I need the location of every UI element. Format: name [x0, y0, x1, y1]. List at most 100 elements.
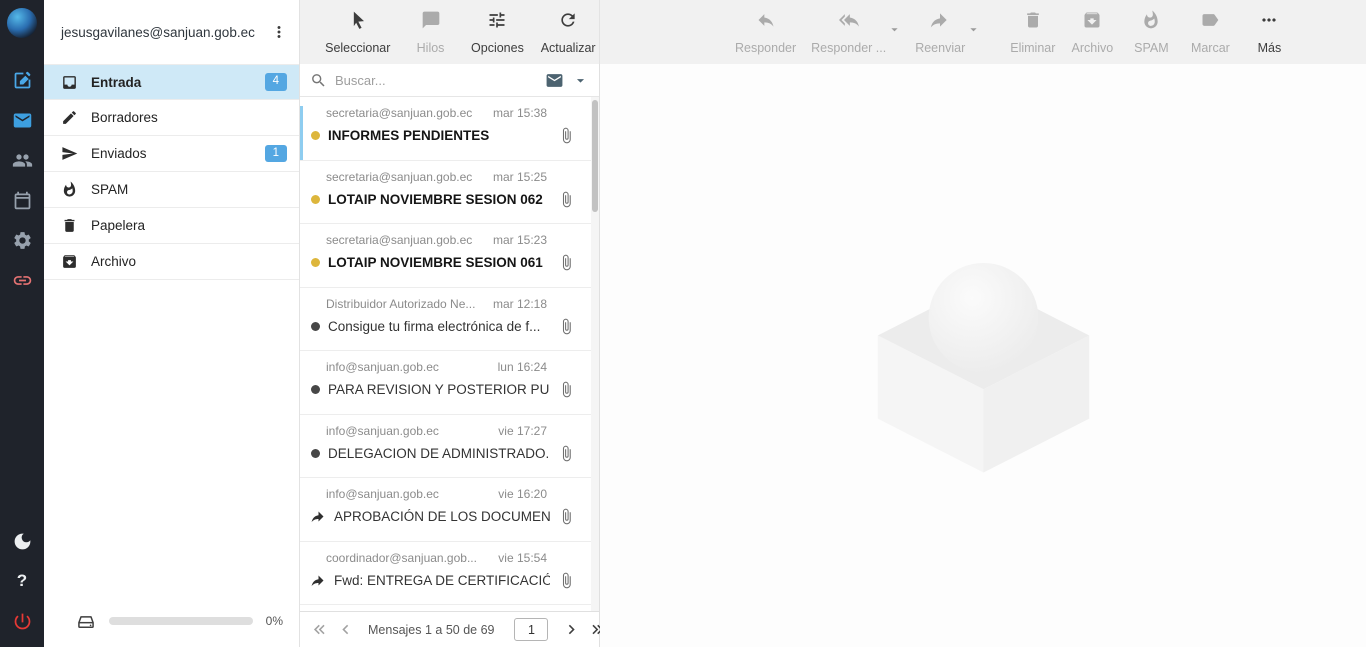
message-subject-line: DELEGACION DE ADMINISTRADO... — [311, 445, 575, 462]
dropdown-caret-icon[interactable] — [966, 22, 981, 37]
archive-icon — [61, 253, 78, 270]
folder-item-borradores[interactable]: Borradores — [44, 100, 299, 136]
message-sender: Distribuidor Autorizado Ne... — [326, 297, 475, 311]
spam-button[interactable]: SPAM — [1124, 10, 1178, 55]
message-row[interactable]: secretaria@sanjuan.gob.ecmar 15:25LOTAIP… — [300, 170, 599, 225]
folder-list: Entrada4 Borradores Enviados1SPAM Papelera A… — [44, 64, 299, 280]
message-row[interactable]: coordinador@sanjuan.gob...vie 15:54Fwd: … — [300, 551, 599, 606]
search-expand-chevron-icon[interactable] — [572, 72, 589, 89]
toolbar-button-label: Responder ... — [811, 41, 886, 55]
scrollbar-thumb[interactable] — [592, 100, 598, 212]
flag-button[interactable]: Marcar — [1183, 10, 1237, 55]
message-row[interactable]: secretaria@sanjuan.gob.ecmar 15:23 LOTAIP… — [300, 233, 599, 288]
archive-icon — [1082, 10, 1102, 35]
send-icon — [61, 145, 78, 162]
reply-icon — [756, 10, 776, 35]
account-menu-icon[interactable] — [267, 20, 291, 44]
storage-icon — [76, 611, 96, 631]
toolbar-button-label: Eliminar — [1010, 41, 1055, 55]
refresh-button[interactable]: Actualizar — [537, 10, 599, 55]
message-subject-line: LOTAIP NOVIEMBRE SESION 061 — [311, 254, 575, 271]
next-page-button[interactable] — [558, 617, 584, 643]
attachment-paperclip-icon — [558, 254, 575, 271]
message-sender: info@sanjuan.gob.ec — [326, 360, 439, 374]
message-subject: APROBACIÓN DE LOS DOCUMEN... — [334, 509, 550, 524]
folder-label: Borradores — [91, 110, 287, 125]
read-dot-icon — [311, 449, 320, 458]
archive-button[interactable]: Archivo — [1065, 10, 1119, 55]
message-meta: info@sanjuan.gob.ecvie 16:20 — [326, 487, 547, 501]
toolbar-button-label: Más — [1258, 41, 1282, 55]
logout-icon[interactable] — [0, 601, 44, 641]
message-row[interactable]: info@sanjuan.gob.eclun 16:24PARA REVISIO… — [300, 360, 599, 415]
message-meta: info@sanjuan.gob.ec lun 16:24 — [326, 360, 547, 374]
message-meta: secretaria@sanjuan.gob.ecmar 15:38 — [326, 106, 547, 120]
search-icon — [310, 72, 327, 89]
folder-label: Archivo — [91, 254, 287, 269]
prev-page-button[interactable] — [332, 617, 358, 643]
contacts-icon[interactable] — [0, 140, 44, 180]
toolbar-button-label: Hilos — [417, 41, 445, 55]
message-meta: info@sanjuan.gob.ecvie 17:27 — [326, 424, 547, 438]
message-subject-line: Consigue tu firma electrónica de f... — [311, 318, 575, 335]
app-logo[interactable] — [7, 8, 37, 38]
toolbar-button-label: Seleccionar — [325, 41, 390, 55]
trash-icon — [1023, 10, 1043, 35]
message-subject: LOTAIP NOVIEMBRE SESION 062 — [328, 192, 550, 207]
reply-all-button[interactable]: Responder ... — [806, 10, 891, 55]
message-subject-line: INFORMES PENDIENTES — [311, 127, 575, 144]
read-dot-icon — [311, 322, 320, 331]
message-sender: coordinador@sanjuan.gob... — [326, 551, 477, 565]
message-row[interactable]: secretaria@sanjuan.gob.ecmar 15:38 INFORM… — [300, 106, 599, 161]
toolbar-button-label: SPAM — [1134, 41, 1169, 55]
folder-item-spam[interactable]: SPAM — [44, 172, 299, 208]
cursor-icon — [348, 10, 368, 35]
more-icon — [1259, 10, 1279, 35]
toolbar-button-label: Opciones — [471, 41, 524, 55]
forward-icon — [930, 10, 950, 35]
folder-label: Papelera — [91, 218, 287, 233]
folder-item-papelera[interactable]: Papelera — [44, 208, 299, 244]
toolbar-button-label: Marcar — [1191, 41, 1230, 55]
dropdown-caret-icon[interactable] — [887, 22, 902, 37]
rail-footer: ? — [0, 521, 44, 641]
message-date: mar 15:23 — [493, 233, 547, 247]
folder-item-archivo[interactable]: Archivo — [44, 244, 299, 280]
threads-button[interactable]: Hilos — [404, 10, 458, 55]
message-row[interactable]: info@sanjuan.gob.ecvie 17:27 DELEGACION D… — [300, 424, 599, 479]
message-meta: secretaria@sanjuan.gob.ecmar 15:23 — [326, 233, 547, 247]
more-button[interactable]: Más — [1242, 10, 1296, 55]
search-input[interactable] — [335, 73, 537, 88]
folder-item-entrada[interactable]: Entrada4 — [44, 64, 299, 100]
message-list-scrollbar — [591, 97, 599, 611]
message-date: vie 16:20 — [498, 487, 547, 501]
calendar-icon[interactable] — [0, 180, 44, 220]
chat-icon — [421, 10, 441, 35]
message-row[interactable]: info@sanjuan.gob.ecvie 16:20 APROBACIÓN D… — [300, 487, 599, 542]
toolbar-button-label: Actualizar — [541, 41, 596, 55]
first-page-button[interactable] — [306, 617, 332, 643]
mail-icon[interactable] — [0, 100, 44, 140]
mail-source-icon[interactable] — [545, 71, 564, 90]
help-icon[interactable]: ? — [0, 561, 44, 601]
folder-item-enviados[interactable]: Enviados1 — [44, 136, 299, 172]
attachment-paperclip-icon — [558, 191, 575, 208]
page-number-input[interactable] — [514, 618, 548, 641]
unread-dot-icon — [311, 258, 320, 267]
dark-mode-icon[interactable] — [0, 521, 44, 561]
message-row[interactable]: Distribuidor Autorizado Ne...mar 12:18Co… — [300, 297, 599, 352]
flame-icon — [61, 181, 78, 198]
delete-button[interactable]: Eliminar — [1005, 10, 1060, 55]
links-icon[interactable] — [0, 260, 44, 300]
settings-icon[interactable] — [0, 220, 44, 260]
message-subject-line: LOTAIP NOVIEMBRE SESION 062 — [311, 191, 575, 208]
tag-icon — [1200, 10, 1220, 35]
message-date: lun 16:24 — [498, 360, 547, 374]
compose-icon[interactable] — [0, 60, 44, 100]
select-button[interactable]: Seleccionar — [322, 10, 394, 55]
options-button[interactable]: Opciones — [468, 10, 528, 55]
forward-button[interactable]: Reenviar — [910, 10, 970, 55]
folder-label: Enviados — [91, 146, 252, 161]
message-sender: info@sanjuan.gob.ec — [326, 424, 439, 438]
reply-button[interactable]: Responder — [730, 10, 801, 55]
